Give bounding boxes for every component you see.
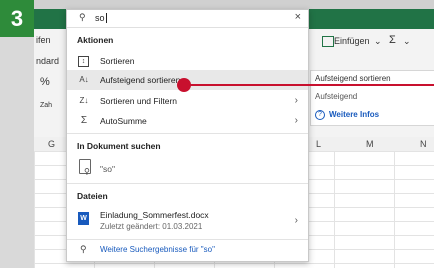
divider [67, 133, 308, 134]
text-cursor [106, 13, 107, 23]
document-result-text: "so" [100, 164, 116, 174]
word-document-icon: W [78, 212, 89, 225]
search-bar[interactable]: ⚲ so × [67, 10, 308, 28]
action-item-autosumme[interactable]: Σ AutoSumme › [67, 111, 308, 131]
action-label: Sortieren und Filtern [100, 96, 178, 106]
document-search-result[interactable]: ⚲ "so" [67, 156, 308, 180]
help-icon: ? [315, 110, 325, 120]
action-item-sortieren[interactable]: ↕ Sortieren [67, 51, 308, 71]
ribbon-fragment: ifen [36, 35, 51, 45]
insert-cells-icon [322, 36, 334, 47]
close-icon[interactable]: × [295, 11, 301, 23]
action-label: Sortieren [100, 56, 135, 66]
step-badge: 3 [0, 0, 34, 37]
files-heading: Dateien [77, 191, 108, 201]
ribbon-fragment: Zah [40, 102, 53, 109]
sort-table-icon: ↕ [78, 56, 89, 67]
chevron-down-icon[interactable]: ⌄ [374, 36, 382, 47]
file-modified: Zuletzt geändert: 01.03.2021 [100, 222, 203, 231]
more-results-link[interactable]: ⚲ Weitere Suchergebnisse für "so" [67, 240, 308, 260]
column-header-m[interactable]: M [366, 139, 374, 149]
chevron-down-icon[interactable]: ⌄ [403, 36, 411, 47]
in-document-heading: In Dokument suchen [77, 141, 161, 151]
sigma-icon: Σ [80, 115, 88, 126]
actions-heading: Aktionen [77, 35, 114, 45]
annotation-dot [177, 78, 191, 92]
file-result[interactable]: W Einladung_Sommerfest.docx Zuletzt geän… [67, 206, 308, 236]
chevron-right-icon: › [294, 115, 298, 126]
insert-button[interactable]: Einfügen [334, 36, 370, 46]
divider [67, 183, 308, 184]
column-header-n[interactable]: N [420, 139, 427, 149]
more-results-text: Weitere Suchergebnisse für "so" [100, 245, 215, 254]
sort-filter-icon: Z↓ [79, 96, 89, 105]
search-input[interactable]: so [95, 13, 105, 23]
annotation-line [184, 84, 434, 86]
column-header-g[interactable]: G [48, 139, 55, 149]
search-icon: ⚲ [80, 244, 87, 254]
more-info-link[interactable]: Weitere Infos [329, 110, 379, 119]
chevron-right-icon: › [294, 215, 298, 226]
submenu-subtitle: Aufsteigend [315, 92, 358, 101]
file-name: Einladung_Sommerfest.docx [100, 210, 209, 220]
sort-ascending-icon: A↓ [79, 75, 89, 84]
magnifier-icon: ⚲ [84, 167, 90, 176]
frame-margin [0, 37, 34, 268]
sort-info-submenu: Aufsteigend sortieren Aufsteigend ? Weit… [310, 70, 434, 126]
search-icon: ⚲ [79, 12, 86, 22]
sigma-icon[interactable]: Σ [389, 34, 396, 46]
search-dropdown: ⚲ so × Aktionen ↕ Sortieren A↓ Aufsteige… [66, 9, 309, 262]
submenu-title[interactable]: Aufsteigend sortieren [315, 74, 391, 83]
action-label: AutoSumme [100, 116, 147, 126]
action-label: Aufsteigend sortieren [100, 75, 181, 85]
action-item-sortieren-und-filtern[interactable]: Z↓ Sortieren und Filtern › [67, 91, 308, 111]
column-header-l[interactable]: L [316, 139, 321, 149]
percent-button[interactable]: % [40, 76, 50, 88]
chevron-right-icon: › [294, 95, 298, 106]
ribbon-fragment: ndard [36, 56, 60, 66]
screenshot-stage: 3 ifen ndard % Zah Einfügen ⌄ Σ ⌄ G L M … [0, 0, 434, 268]
